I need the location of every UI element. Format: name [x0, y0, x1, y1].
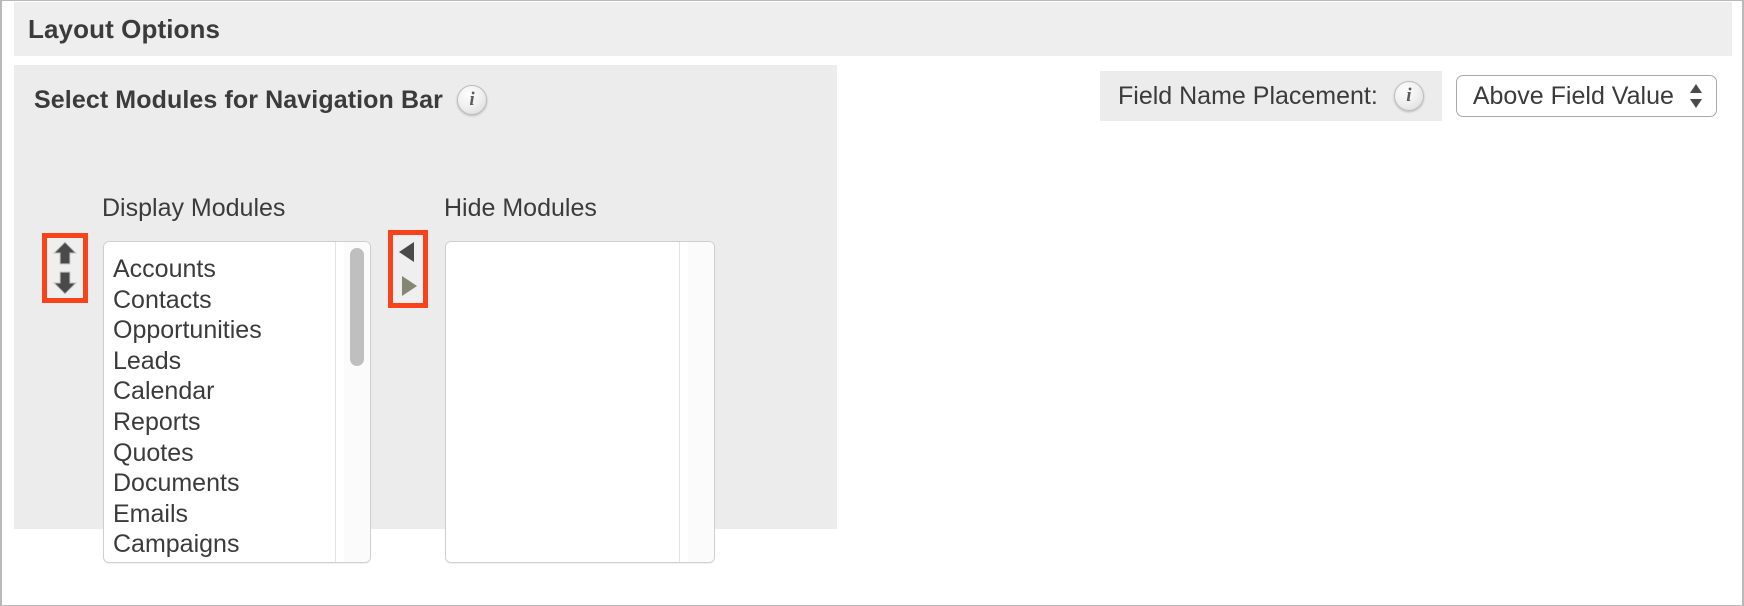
- info-icon[interactable]: i: [456, 85, 487, 115]
- list-item[interactable]: Emails: [104, 499, 336, 530]
- info-icon[interactable]: i: [1393, 81, 1424, 111]
- display-modules-label: Display Modules: [102, 194, 286, 222]
- page-title: Layout Options: [28, 13, 221, 44]
- hide-modules-scrollbar[interactable]: [679, 242, 714, 562]
- list-item[interactable]: Opportunities: [104, 315, 336, 346]
- list-item[interactable]: Contacts: [104, 285, 336, 316]
- arrow-right-icon[interactable]: [396, 274, 420, 298]
- hide-modules-items[interactable]: [446, 242, 680, 562]
- display-modules-listbox[interactable]: Accounts Contacts Opportunities Leads Ca…: [103, 241, 371, 563]
- updown-stepper-icon[interactable]: [1688, 82, 1704, 110]
- field-name-placement-label-box: Field Name Placement: i: [1100, 71, 1442, 121]
- list-item[interactable]: Documents: [104, 468, 336, 499]
- move-arrows-group[interactable]: [388, 230, 428, 308]
- info-icon-glyph: i: [1406, 85, 1412, 106]
- display-modules-scrollbar[interactable]: [335, 242, 370, 562]
- field-name-placement-label: Field Name Placement:: [1118, 81, 1378, 110]
- scrollbar-track[interactable]: [688, 242, 714, 562]
- list-item[interactable]: Reports: [104, 407, 336, 438]
- scrollbar-thumb[interactable]: [350, 248, 364, 366]
- panel-header: Layout Options: [14, 2, 1732, 56]
- info-icon-glyph: i: [469, 89, 475, 110]
- list-item[interactable]: Campaigns: [104, 529, 336, 560]
- select-modules-panel: Select Modules for Navigation Bar i Disp…: [14, 65, 837, 563]
- reorder-arrows-group[interactable]: [42, 233, 88, 303]
- list-item[interactable]: Calendar: [104, 376, 336, 407]
- arrow-up-icon[interactable]: [52, 240, 78, 266]
- list-item[interactable]: Accounts: [104, 254, 336, 285]
- list-item[interactable]: Leads: [104, 346, 336, 377]
- layout-options-screen: Layout Options Select Modules for Naviga…: [0, 0, 1744, 606]
- arrow-down-icon[interactable]: [52, 270, 78, 296]
- field-name-placement-value: Above Field Value: [1472, 81, 1674, 110]
- select-modules-heading: Select Modules for Navigation Bar: [34, 85, 443, 114]
- arrow-left-icon[interactable]: [396, 240, 420, 264]
- list-item[interactable]: Quotes: [104, 438, 336, 469]
- hide-modules-label: Hide Modules: [444, 194, 597, 222]
- hide-modules-listbox[interactable]: [445, 241, 715, 563]
- scrollbar-track[interactable]: [344, 242, 370, 562]
- field-name-placement-group: Field Name Placement: i Above Field Valu…: [1100, 71, 1717, 121]
- field-name-placement-select[interactable]: Above Field Value: [1455, 75, 1717, 117]
- select-modules-title-row: Select Modules for Navigation Bar i: [34, 85, 487, 115]
- display-modules-items[interactable]: Accounts Contacts Opportunities Leads Ca…: [104, 242, 336, 562]
